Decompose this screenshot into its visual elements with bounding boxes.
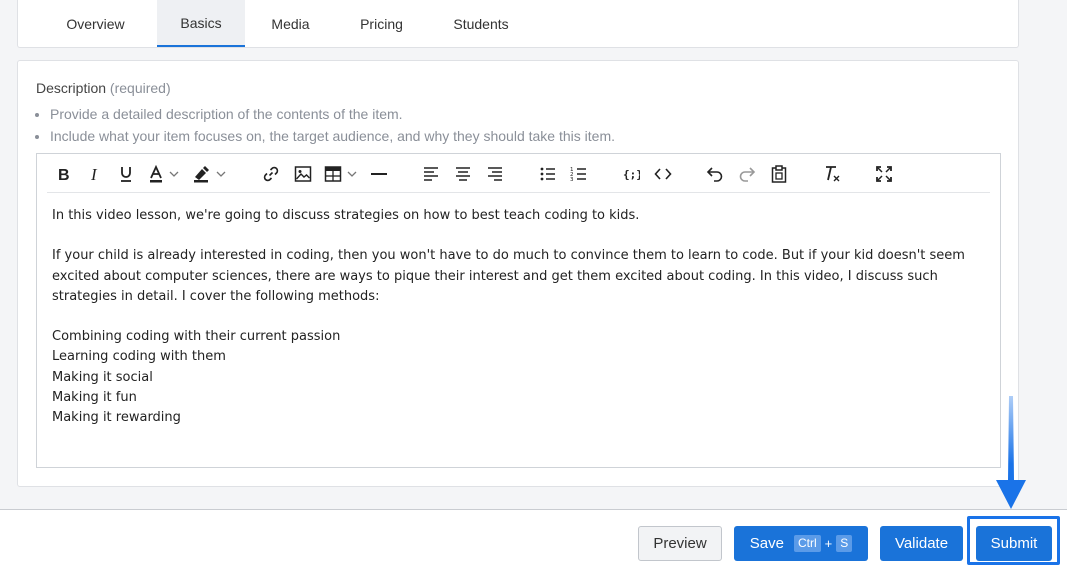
required-text: (required) [109, 80, 171, 96]
redo-icon[interactable] [737, 164, 757, 184]
method-item: Making it fun [52, 390, 137, 406]
paste-icon[interactable] [769, 164, 789, 184]
hint-item: Include what your item focuses on, the t… [50, 125, 615, 147]
description-label-text: Description [36, 80, 107, 96]
align-right-icon[interactable] [485, 164, 505, 184]
italic-icon[interactable]: I [85, 164, 105, 184]
undo-icon[interactable] [705, 164, 725, 184]
code-inline-icon[interactable] [653, 164, 673, 184]
save-button[interactable]: Save Ctrl + S [734, 526, 868, 561]
svg-text:{;}: {;} [623, 168, 640, 181]
align-center-icon[interactable] [453, 164, 473, 184]
tabs-card: Overview Basics Media Pricing Students [17, 0, 1019, 48]
preview-button[interactable]: Preview [638, 526, 722, 561]
rich-text-editor[interactable]: B I 1 2 3 {; In this video lesson, we're… [36, 153, 1001, 468]
tab-media[interactable]: Media [245, 0, 336, 47]
code-block-icon[interactable]: {;} [621, 164, 641, 184]
hint-item: Provide a detailed description of the co… [50, 103, 615, 125]
method-item: Making it rewarding [52, 410, 181, 426]
fullscreen-icon[interactable] [874, 164, 894, 184]
save-label: Save [749, 535, 784, 552]
editor-paragraph: If your child is already interested in c… [52, 248, 965, 304]
align-left-icon[interactable] [421, 164, 441, 184]
validate-button[interactable]: Validate [880, 526, 963, 561]
method-item: Learning coding with them [52, 349, 226, 365]
text-color-icon[interactable] [147, 164, 181, 184]
link-icon[interactable] [261, 164, 281, 184]
horizontal-rule-icon[interactable] [369, 164, 389, 184]
description-hints: Provide a detailed description of the co… [36, 103, 615, 147]
editor-paragraph: In this video lesson, we're going to dis… [52, 208, 640, 223]
editor-toolbar: B I 1 2 3 {; [47, 154, 990, 193]
tab-overview[interactable]: Overview [34, 0, 157, 47]
method-item: Combining coding with their current pass… [52, 329, 341, 345]
description-label: Description (required) [36, 80, 171, 96]
svg-text:3: 3 [570, 177, 574, 183]
svg-text:B: B [58, 167, 70, 182]
shortcut-key-ctrl: Ctrl [793, 535, 821, 552]
tab-pricing[interactable]: Pricing [336, 0, 427, 47]
underline-icon[interactable] [116, 164, 136, 184]
description-card: Description (required) Provide a detaile… [17, 60, 1019, 487]
tab-bar: Overview Basics Media Pricing Students [18, 0, 1018, 47]
bullet-list-icon[interactable] [538, 164, 558, 184]
numbered-list-icon[interactable]: 123 [569, 164, 589, 184]
shortcut-plus: + [824, 536, 833, 551]
action-footer: Preview Save Ctrl + S Validate Submit [0, 509, 1067, 569]
svg-text:I: I [90, 166, 98, 182]
highlight-icon[interactable] [192, 164, 228, 184]
table-icon[interactable] [324, 164, 360, 184]
clear-format-icon[interactable] [822, 164, 842, 184]
shortcut-key-s: S [836, 535, 853, 552]
tab-students[interactable]: Students [427, 0, 535, 47]
submit-button[interactable]: Submit [976, 526, 1052, 561]
editor-content[interactable]: In this video lesson, we're going to dis… [52, 206, 980, 429]
image-icon[interactable] [293, 164, 313, 184]
bold-icon[interactable]: B [53, 164, 73, 184]
tab-basics[interactable]: Basics [157, 0, 245, 47]
method-item: Making it social [52, 369, 153, 385]
